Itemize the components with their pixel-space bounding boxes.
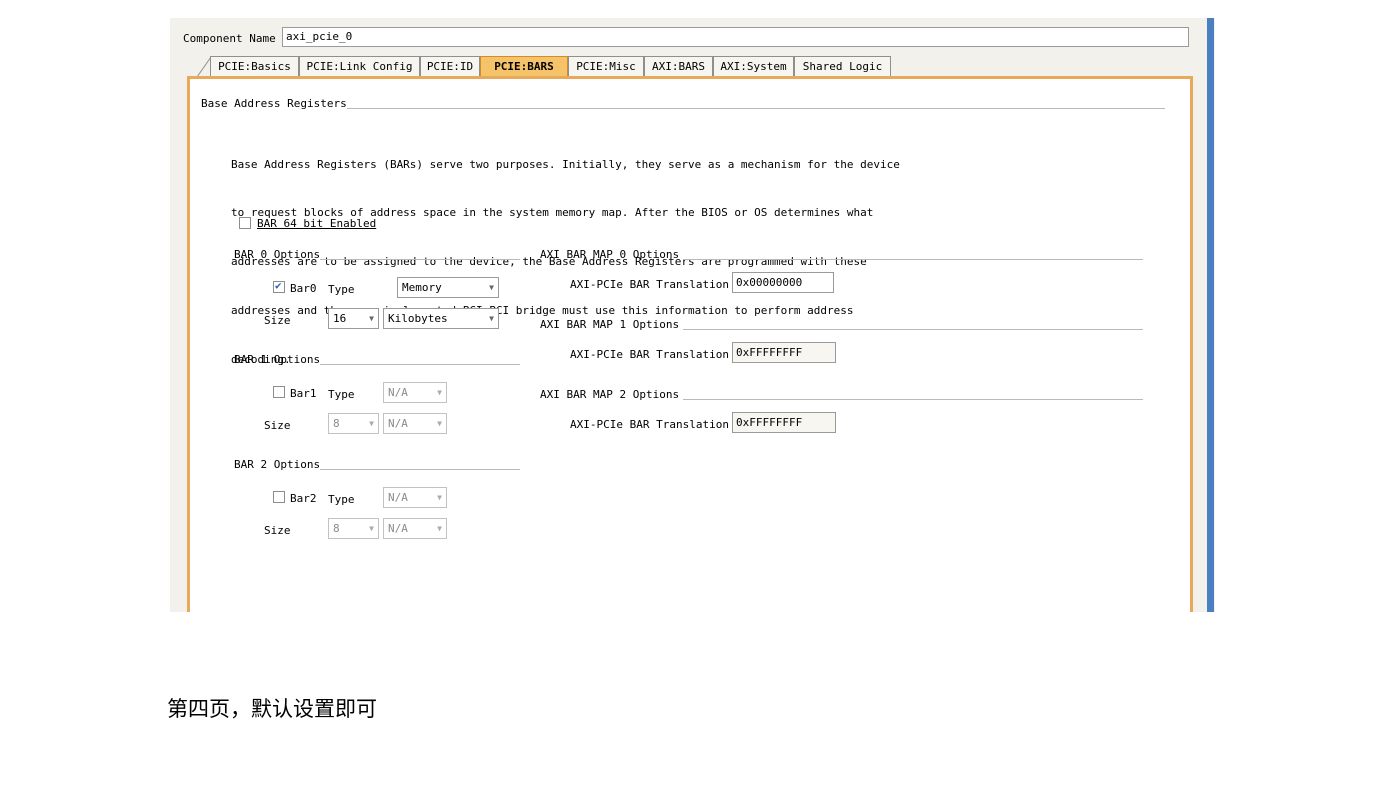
chevron-down-icon: ▼ [489,314,494,323]
bar64-label: BAR 64 bit Enabled [257,217,377,230]
tab-pcie-id[interactable]: PCIE:ID [420,56,480,77]
axi-map1-label: AXI-PCIe BAR Translation [570,348,729,361]
crop-mask [160,612,1230,632]
axi-map0-divider [683,259,1143,260]
bar2-size-value: 8 [333,522,340,535]
bar64-checkbox[interactable] [239,217,251,229]
bar0-type-label: Type [328,283,355,296]
bar2-type-select[interactable]: N/A ▼ [383,487,447,508]
chevron-down-icon: ▼ [437,524,442,533]
chevron-down-icon: ▼ [437,419,442,428]
bar1-size-label: Size [264,419,291,432]
chevron-down-icon: ▼ [369,524,374,533]
bar0-size-select[interactable]: 16 ▼ [328,308,379,329]
bar2-check-label: Bar2 [290,492,317,505]
chevron-down-icon: ▼ [437,493,442,502]
bar1-divider [320,364,520,365]
bar2-checkbox[interactable] [273,491,285,503]
bar0-unit-select[interactable]: Kilobytes ▼ [383,308,499,329]
component-name-label: Component Name [183,32,276,45]
bar2-unit-value: N/A [388,522,408,535]
bar0-unit-value: Kilobytes [388,312,448,325]
bar0-type-select[interactable]: Memory ▼ [397,277,499,298]
axi-map1-translation-input[interactable]: 0xFFFFFFFF [732,342,836,363]
bar1-unit-value: N/A [388,417,408,430]
bar1-size-value: 8 [333,417,340,430]
bar1-options-title: BAR 1 Options [234,353,321,366]
bar2-options-title: BAR 2 Options [234,458,321,471]
tab-pcie-link-config[interactable]: PCIE:Link Config [299,56,420,77]
bar2-unit-select[interactable]: N/A ▼ [383,518,447,539]
document-caption: 第四页，默认设置即可 [167,697,377,721]
tab-pcie-bars[interactable]: PCIE:BARS [480,56,568,77]
axi-map0-label: AXI-PCIe BAR Translation [570,278,729,291]
chevron-down-icon: ▼ [489,283,494,292]
bar2-divider [320,469,520,470]
tab-shared-logic[interactable]: Shared Logic [794,56,891,77]
axi-map1-title: AXI BAR MAP 1 Options [540,318,680,331]
bar0-type-value: Memory [402,281,442,294]
axi-map0-translation-input[interactable]: 0x00000000 [732,272,834,293]
chevron-down-icon: ▼ [369,419,374,428]
bar0-divider [320,259,520,260]
bar1-unit-select[interactable]: N/A ▼ [383,413,447,434]
description-line: Base Address Registers (BARs) serve two … [231,157,900,171]
bar0-size-label: Size [264,314,291,327]
window-edge [1207,18,1214,612]
tab-axi-system[interactable]: AXI:System [713,56,794,77]
bar2-type-label: Type [328,493,355,506]
bar0-options-title: BAR 0 Options [234,248,321,261]
axi-map2-divider [683,399,1143,400]
bar0-size-value: 16 [333,312,347,325]
bar2-type-value: N/A [388,491,408,504]
component-name-input[interactable]: axi_pcie_0 [282,27,1189,47]
axi-map0-title: AXI BAR MAP 0 Options [540,248,680,261]
section-title: Base Address Registers [201,97,347,110]
section-divider [347,108,1165,109]
bar2-size-select[interactable]: 8 ▼ [328,518,379,539]
chevron-down-icon: ▼ [437,388,442,397]
tab-axi-bars[interactable]: AXI:BARS [644,56,713,77]
tab-pcie-misc[interactable]: PCIE:Misc [568,56,644,77]
bar1-type-select[interactable]: N/A ▼ [383,382,447,403]
bar1-check-label: Bar1 [290,387,317,400]
axi-map1-divider [683,329,1143,330]
bar0-checkbox[interactable] [273,279,285,293]
axi-map2-translation-input[interactable]: 0xFFFFFFFF [732,412,836,433]
bar2-size-label: Size [264,524,291,537]
chevron-down-icon: ▼ [369,314,374,323]
axi-map2-title: AXI BAR MAP 2 Options [540,388,680,401]
bar1-size-select[interactable]: 8 ▼ [328,413,379,434]
tab-pcie-basics[interactable]: PCIE:Basics [210,56,299,77]
bar1-type-label: Type [328,388,355,401]
bar1-checkbox[interactable] [273,386,285,398]
axi-map2-label: AXI-PCIe BAR Translation [570,418,729,431]
bar1-type-value: N/A [388,386,408,399]
bar0-check-label: Bar0 [290,282,317,295]
